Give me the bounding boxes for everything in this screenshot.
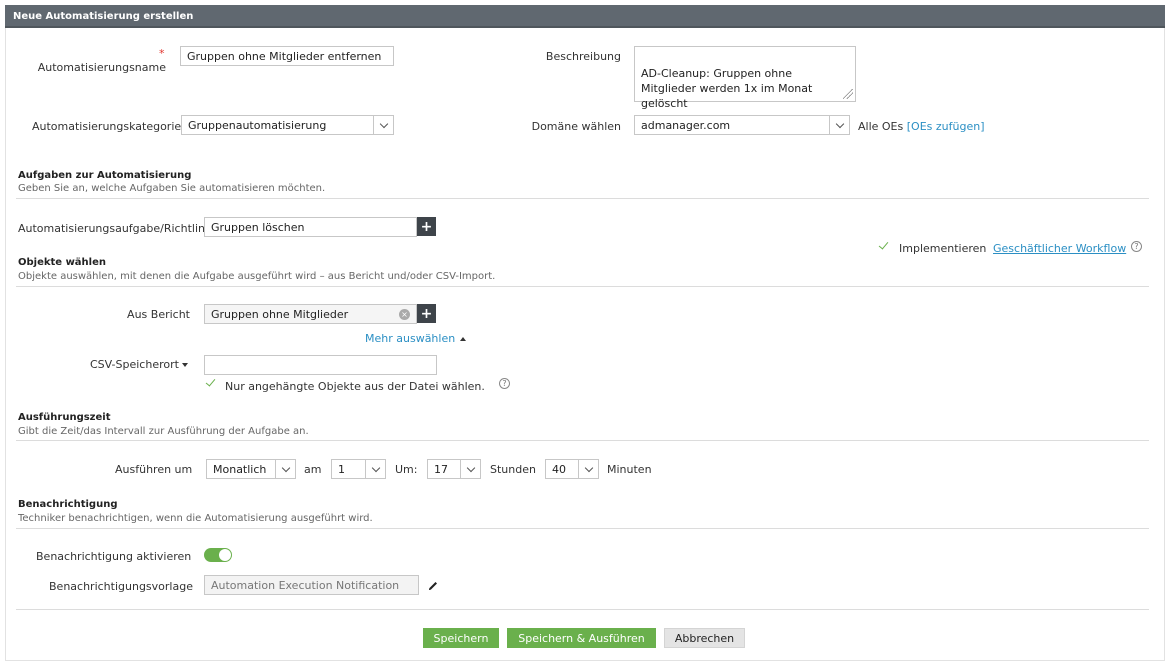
plus-icon: + bbox=[420, 218, 433, 235]
domain-selected-value: admanager.com bbox=[641, 119, 731, 132]
at-label: Um: bbox=[395, 463, 418, 476]
dialog-title-bar: Neue Automatisierung erstellen bbox=[5, 5, 1165, 28]
day-select[interactable]: 1 bbox=[331, 459, 386, 479]
from-report-label: Aus Bericht bbox=[127, 308, 190, 321]
chevron-down-icon[interactable] bbox=[365, 460, 385, 478]
frequency-select[interactable]: Monatlich bbox=[206, 459, 296, 479]
category-label: Automatisierungskategorie bbox=[32, 120, 182, 133]
frequency-selected-value: Monatlich bbox=[213, 463, 267, 476]
csv-location-dropdown[interactable]: CSV-Speicherort bbox=[90, 358, 188, 371]
run-at-label: Ausführen um bbox=[115, 463, 193, 476]
section-divider bbox=[16, 440, 1149, 441]
add-task-button[interactable]: + bbox=[417, 217, 436, 236]
save-button[interactable]: Speichern bbox=[423, 628, 499, 648]
all-ous-text: Alle OEs [OEs zufügen] bbox=[858, 120, 984, 133]
required-marker: * bbox=[159, 47, 165, 60]
cancel-button[interactable]: Abbrechen bbox=[664, 628, 745, 648]
day-selected-value: 1 bbox=[338, 463, 345, 476]
objects-section-title: Objekte wählen bbox=[18, 257, 106, 268]
clear-icon[interactable]: × bbox=[399, 309, 410, 320]
description-textarea[interactable]: AD-Cleanup: Gruppen ohne Mitglieder werd… bbox=[634, 46, 856, 110]
attached-only-checkbox[interactable] bbox=[205, 377, 216, 391]
more-select-link[interactable]: Mehr auswählen bbox=[365, 332, 467, 345]
notification-section-subtitle: Techniker benachrichtigen, wenn die Auto… bbox=[18, 513, 373, 524]
attached-only-label: Nur angehängte Objekte aus der Datei wäh… bbox=[225, 380, 485, 393]
pencil-icon[interactable] bbox=[427, 580, 439, 595]
help-icon[interactable]: ? bbox=[499, 378, 510, 389]
dialog-title: Neue Automatisierung erstellen bbox=[13, 11, 194, 22]
csv-location-input[interactable] bbox=[204, 355, 437, 375]
resize-handle-icon[interactable] bbox=[843, 89, 853, 99]
implement-label: Implementieren bbox=[899, 242, 987, 255]
report-chip-input[interactable]: Gruppen ohne Mitglieder bbox=[204, 304, 417, 324]
chevron-down-icon[interactable] bbox=[275, 460, 295, 478]
checkmark-icon bbox=[878, 240, 889, 251]
domain-select[interactable]: admanager.com bbox=[634, 115, 850, 135]
section-divider bbox=[16, 286, 1149, 287]
domain-label: Domäne wählen bbox=[531, 120, 621, 133]
enable-notification-label: Benachrichtigung aktivieren bbox=[36, 550, 192, 563]
hour-select[interactable]: 17 bbox=[427, 459, 481, 479]
objects-section-subtitle: Objekte auswählen, mit denen die Aufgabe… bbox=[18, 271, 496, 282]
automation-name-input[interactable]: Gruppen ohne Mitglieder entfernen bbox=[180, 46, 394, 66]
schedule-section-subtitle: Gibt die Zeit/das Intervall zur Ausführu… bbox=[18, 426, 309, 437]
automation-task-input[interactable]: Gruppen löschen bbox=[204, 217, 417, 237]
notification-section-title: Benachrichtigung bbox=[18, 499, 118, 510]
tasks-section-subtitle: Geben Sie an, welche Aufgaben Sie automa… bbox=[18, 183, 326, 194]
minute-selected-value: 40 bbox=[552, 463, 566, 476]
description-label: Beschreibung bbox=[545, 50, 621, 63]
chevron-down-icon[interactable] bbox=[460, 460, 480, 478]
caret-up-icon bbox=[460, 337, 467, 341]
notification-toggle[interactable] bbox=[204, 548, 232, 562]
footer-divider bbox=[16, 609, 1149, 610]
plus-icon: + bbox=[420, 305, 433, 322]
automation-task-label: Automatisierungsaufgabe/Richtlin bbox=[18, 222, 204, 235]
implement-checkbox[interactable] bbox=[878, 240, 889, 254]
business-workflow-link[interactable]: Geschäftlicher Workflow bbox=[993, 242, 1126, 255]
report-chip-text: Gruppen ohne Mitglieder bbox=[211, 308, 349, 321]
save-and-run-button[interactable]: Speichern & Ausführen bbox=[507, 628, 656, 648]
automation-name-label: Automatisierungsname bbox=[37, 61, 166, 74]
category-selected-value: Gruppenautomatisierung bbox=[188, 119, 327, 132]
section-divider bbox=[16, 528, 1149, 529]
caret-down-icon bbox=[181, 363, 188, 367]
chevron-down-icon[interactable] bbox=[578, 460, 598, 478]
notification-template-label: Benachrichtigungsvorlage bbox=[49, 580, 193, 593]
section-divider bbox=[16, 198, 1149, 199]
category-select[interactable]: Gruppenautomatisierung bbox=[181, 115, 394, 135]
minutes-label: Minuten bbox=[607, 463, 652, 476]
tasks-section-title: Aufgaben zur Automatisierung bbox=[18, 170, 192, 181]
on-label: am bbox=[304, 463, 322, 476]
minute-select[interactable]: 40 bbox=[545, 459, 599, 479]
chevron-down-icon[interactable] bbox=[373, 116, 393, 134]
add-report-button[interactable]: + bbox=[417, 304, 436, 323]
hour-selected-value: 17 bbox=[434, 463, 448, 476]
all-ous-label: Alle OEs bbox=[858, 120, 904, 133]
add-ous-link[interactable]: [OEs zufügen] bbox=[907, 120, 985, 133]
notification-template-input[interactable]: Automation Execution Notification bbox=[204, 575, 419, 595]
toggle-knob bbox=[219, 549, 231, 561]
checkmark-icon bbox=[205, 377, 216, 388]
csv-location-label: CSV-Speicherort bbox=[90, 358, 179, 371]
more-select-text: Mehr auswählen bbox=[365, 332, 456, 345]
hours-label: Stunden bbox=[490, 463, 536, 476]
chevron-down-icon[interactable] bbox=[829, 116, 849, 134]
help-icon[interactable]: ? bbox=[1131, 241, 1142, 252]
pencil-glyph bbox=[429, 582, 437, 590]
schedule-section-title: Ausführungszeit bbox=[18, 412, 111, 423]
